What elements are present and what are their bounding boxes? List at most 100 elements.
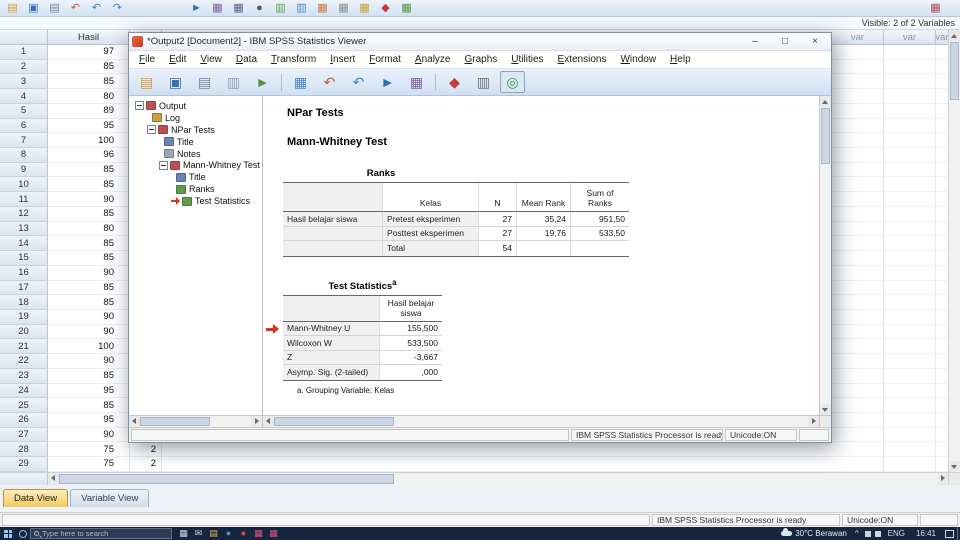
cell-hasil[interactable]: 100	[48, 133, 130, 149]
tree-item-mann-whitney-test[interactable]: Mann-Whitney Test	[131, 159, 260, 171]
row-number-cell[interactable]: 17	[0, 280, 48, 296]
spss-statistics-icon[interactable]: ▦	[251, 527, 266, 540]
scrollbar-track[interactable]	[394, 473, 937, 485]
cell-var-empty[interactable]	[832, 221, 884, 237]
cell-var-empty[interactable]	[884, 192, 936, 207]
viewer-titlebar[interactable]: *Output2 [Document2] - IBM SPSS Statisti…	[129, 33, 831, 51]
collapse-toggle-icon[interactable]	[159, 160, 168, 170]
row-number-cell[interactable]: 5	[0, 103, 48, 119]
row-number-cell[interactable]: 15	[0, 251, 48, 266]
tree-item-log[interactable]: Log	[131, 112, 260, 124]
cell-var-empty[interactable]	[936, 162, 948, 178]
output-heading-npar-tests[interactable]: NPar Tests	[287, 107, 819, 119]
cell-var-empty[interactable]	[832, 74, 884, 90]
row-number-cell[interactable]: 27	[0, 427, 48, 443]
cell-hasil[interactable]: 95	[48, 118, 130, 134]
weight-cases-icon[interactable]: ▦	[334, 1, 353, 16]
menu-format[interactable]: Format	[362, 52, 408, 67]
open-data-icon[interactable]: ▤	[3, 1, 22, 16]
cell-hasil[interactable]: 95	[48, 383, 130, 399]
scroll-left-icon[interactable]	[48, 473, 59, 485]
task-view-icon[interactable]: ▦	[176, 527, 191, 540]
cell-var-empty[interactable]	[832, 133, 884, 149]
network-icon[interactable]	[864, 530, 871, 537]
grid-corner-cell[interactable]	[0, 30, 48, 45]
scrollbar-track[interactable]	[394, 416, 808, 427]
output-heading-mann-whitney[interactable]: Mann-Whitney Test	[287, 136, 819, 148]
menu-transform[interactable]: Transform	[264, 52, 323, 67]
cell-var-empty[interactable]	[936, 206, 948, 222]
cell-hasil[interactable]: 85	[48, 206, 130, 222]
menu-file[interactable]: File	[132, 52, 162, 67]
ranks-table[interactable]: Kelas N Mean Rank Sum of Ranks Hasil belajar…	[283, 182, 629, 257]
scrollbar-thumb[interactable]	[59, 474, 394, 484]
mail-icon[interactable]: ✉	[191, 527, 206, 540]
row-number-cell[interactable]: 9	[0, 162, 48, 178]
menu-view[interactable]: View	[193, 52, 229, 67]
variables-icon[interactable]: ▦	[404, 71, 429, 93]
cell-var-empty[interactable]	[884, 221, 936, 237]
recall-dialogs-icon[interactable]: ↶	[317, 71, 342, 93]
tree-item-title[interactable]: Title	[131, 171, 260, 183]
scrollbar-thumb[interactable]	[950, 42, 959, 100]
cell-hasil[interactable]: 85	[48, 251, 130, 266]
scrollbar-track[interactable]	[820, 165, 831, 404]
column-header-var[interactable]: var	[832, 30, 884, 45]
column-header-hasil[interactable]: Hasil	[48, 30, 130, 45]
cell-hasil[interactable]: 100	[48, 339, 130, 355]
language-indicator[interactable]: ENG	[883, 529, 910, 538]
recall-dialogs-icon[interactable]: ↶	[66, 1, 85, 16]
cell-var-empty[interactable]	[936, 251, 948, 266]
column-header-var[interactable]: var	[884, 30, 936, 45]
editor-horizontal-scrollbar[interactable]	[0, 472, 948, 485]
print-preview-icon[interactable]: ▥	[221, 71, 246, 93]
tree-item-title[interactable]: Title	[131, 136, 260, 148]
cell-var-empty[interactable]	[884, 206, 936, 222]
content-horizontal-scrollbar[interactable]	[263, 416, 819, 427]
row-number-cell[interactable]: 14	[0, 236, 48, 252]
cell-var-empty[interactable]	[936, 45, 948, 60]
cortana-button[interactable]	[16, 529, 30, 538]
cell-var-empty[interactable]	[936, 265, 948, 281]
show-hide-icon[interactable]: ▥	[471, 71, 496, 93]
cell-var-empty[interactable]	[884, 280, 936, 296]
collapse-toggle-icon[interactable]	[135, 101, 144, 111]
cell-var-empty[interactable]	[936, 457, 948, 472]
tree-item-test-statistics[interactable]: Test Statistics	[131, 195, 260, 207]
cell-var-empty[interactable]	[832, 442, 884, 458]
row-number-cell[interactable]: 13	[0, 221, 48, 237]
cell-var-empty[interactable]	[936, 192, 948, 207]
action-center-icon[interactable]	[945, 529, 954, 538]
scrollbar-track[interactable]	[48, 472, 948, 485]
cell-hasil[interactable]: 95	[48, 412, 130, 428]
tab-variable-view[interactable]: Variable View	[70, 489, 150, 507]
cell-hasil[interactable]: 85	[48, 398, 130, 413]
cell-var-empty[interactable]	[884, 427, 936, 443]
cell-hasil[interactable]: 80	[48, 89, 130, 104]
cell-var-empty[interactable]	[884, 368, 936, 384]
scrollbar-thumb[interactable]	[274, 417, 394, 426]
print-icon[interactable]: ▤	[192, 71, 217, 93]
designate-window-icon[interactable]: ◎	[500, 71, 525, 93]
maximize-button[interactable]: □	[772, 34, 798, 49]
insert-variable-icon[interactable]: ▥	[292, 1, 311, 16]
cell-var-empty[interactable]	[884, 398, 936, 413]
cell-var-empty[interactable]	[884, 442, 936, 458]
cell-hasil[interactable]: 90	[48, 324, 130, 340]
row-number-cell[interactable]: 18	[0, 295, 48, 310]
open-output-icon[interactable]: ▤	[134, 71, 159, 93]
cell-var-empty[interactable]	[832, 206, 884, 222]
row-number-cell[interactable]: 21	[0, 339, 48, 355]
cell-hasil[interactable]: 80	[48, 221, 130, 237]
scrollbar-thumb[interactable]	[140, 417, 210, 426]
menu-insert[interactable]: Insert	[323, 52, 362, 67]
tree-item-ranks[interactable]: Ranks	[131, 183, 260, 195]
scroll-up-icon[interactable]	[949, 30, 960, 41]
cell-hasil[interactable]: 85	[48, 280, 130, 296]
cell-hasil[interactable]: 90	[48, 427, 130, 443]
undo-icon[interactable]: ↶	[87, 1, 106, 16]
cell-var-empty[interactable]	[832, 265, 884, 281]
cell-var-empty[interactable]	[832, 45, 884, 60]
menu-analyze[interactable]: Analyze	[408, 52, 458, 67]
cell-hasil[interactable]: 85	[48, 59, 130, 75]
